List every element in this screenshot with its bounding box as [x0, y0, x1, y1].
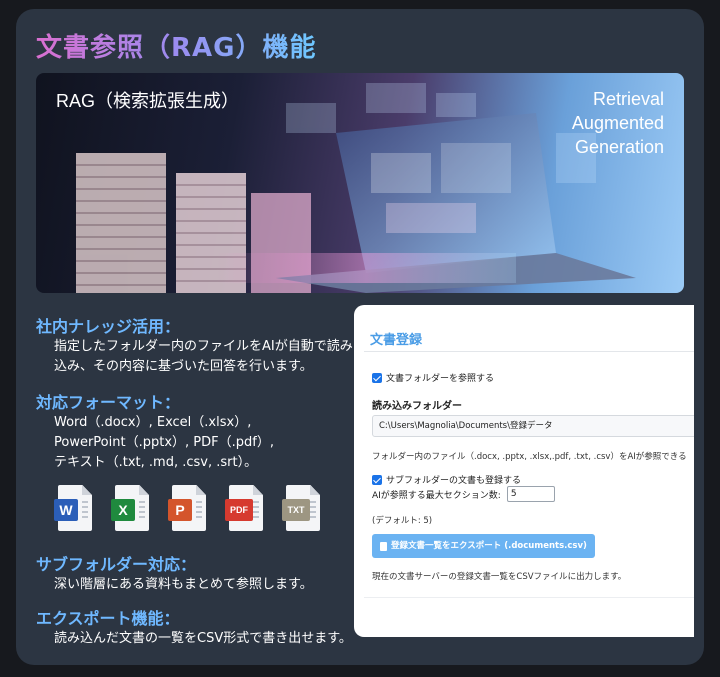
section-heading-subfolder: サブフォルダー対応：: [36, 555, 197, 574]
section-heading-knowledge: 社内ナレッジ活用：: [36, 317, 181, 336]
hero-subtitle-line: Generation: [574, 137, 664, 157]
ref-folder-label: 文書フォルダーを参照する: [386, 374, 495, 384]
max-sections-label: AIが参照する最大セクション数:: [372, 490, 501, 501]
txt-icon: TXT: [282, 485, 320, 533]
file-format-icons: W X P PDF TXT: [54, 485, 320, 533]
section-line: 読み込んだ文書の一覧をCSV形式で書き出せます。: [54, 631, 352, 646]
document-registration-panel: 文書登録 文書フォルダーを参照する 読み込みフォルダー C:\Users\Mag…: [354, 305, 694, 637]
divider: [364, 597, 694, 598]
section-body-subfolder: 深い階層にある資料もまとめて参照します。: [54, 575, 313, 595]
hero-subtitle: Retrieval Augmented Generation: [572, 87, 664, 159]
hero-subtitle-line: Augmented: [571, 113, 664, 133]
section-heading-formats: 対応フォーマット：: [36, 393, 181, 412]
folder-label: 読み込みフォルダー: [372, 401, 462, 412]
max-sections-input[interactable]: 5: [506, 486, 555, 502]
section-line: 深い階層にある資料もまとめて参照します。: [54, 577, 313, 592]
export-note: 現在の文書サーバーの登録文書一覧をCSVファイルに出力します。: [372, 572, 627, 582]
word-icon: W: [54, 485, 92, 533]
hero-banner: RAG（検索拡張生成） Retrieval Augmented Generati…: [36, 73, 684, 293]
folder-description: フォルダー内のファイル（.docx, .pptx, .xlsx,.pdf, .t…: [372, 452, 687, 462]
page-title: 文書参照（RAG）機能: [36, 27, 316, 64]
subfolder-checkbox[interactable]: [372, 474, 382, 485]
section-heading-export: エクスポート機能：: [36, 609, 180, 628]
hero-subtitle-line: Retrieval: [592, 89, 664, 109]
max-sections-row: AIが参照する最大セクション数: 5: [372, 486, 555, 502]
excel-icon: X: [111, 485, 149, 533]
document-icon: [380, 541, 387, 551]
section-line: 指定したフォルダー内のファイルをAIが自動で読み: [54, 339, 353, 354]
export-button-label: 登録文書一覧をエクスポート (.documents.csv): [391, 541, 587, 551]
divider: [364, 351, 694, 352]
subfolder-label: サブフォルダーの文書も登録する: [386, 476, 522, 486]
ref-folder-row: 文書フォルダーを参照する: [372, 371, 494, 384]
export-button[interactable]: 登録文書一覧をエクスポート (.documents.csv): [372, 534, 595, 558]
pdf-icon: PDF: [225, 485, 263, 533]
hero-label: RAG（検索拡張生成）: [56, 91, 240, 111]
section-line: テキスト（.txt, .md, .csv, .srt）。: [54, 455, 258, 470]
section-line: 込み、その内容に基づいた回答を行います。: [54, 359, 313, 374]
default-note: (デフォルト: 5): [372, 516, 433, 526]
folder-path-input[interactable]: C:\Users\Magnolia\Documents\登録データ: [372, 415, 694, 437]
section-line: PowerPoint（.pptx）, PDF（.pdf）,: [54, 435, 274, 450]
panel-title: 文書登録: [370, 333, 423, 348]
section-body-export: 読み込んだ文書の一覧をCSV形式で書き出せます。: [54, 629, 352, 649]
section-body-formats: Word（.docx）, Excel（.xlsx）, PowerPoint（.p…: [54, 413, 274, 473]
powerpoint-icon: P: [168, 485, 206, 533]
section-line: Word（.docx）, Excel（.xlsx）,: [54, 415, 252, 430]
subfolder-row: サブフォルダーの文書も登録する: [372, 473, 521, 486]
section-body-knowledge: 指定したフォルダー内のファイルをAIが自動で読み 込み、その内容に基づいた回答を…: [54, 337, 353, 377]
ref-folder-checkbox[interactable]: [372, 372, 382, 383]
